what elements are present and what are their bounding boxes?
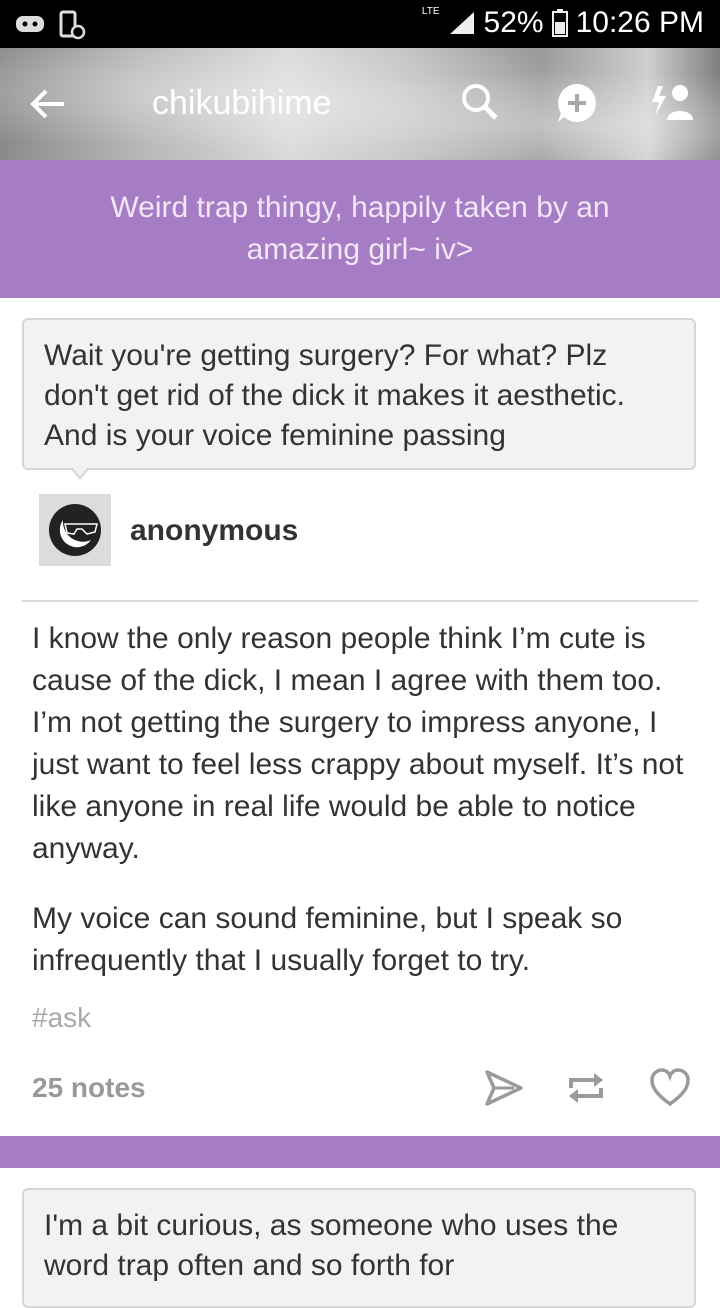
divider: [22, 600, 698, 602]
screenshot-notification-icon: [59, 10, 86, 40]
share-icon: [485, 1070, 523, 1106]
reblog-button[interactable]: [566, 1068, 606, 1113]
answer-paragraph: My voice can sound feminine, but I speak…: [32, 902, 623, 977]
blog-description-text: Weird trap thingy, happily taken by an a…: [110, 191, 610, 266]
anonymous-sunglasses-icon: [49, 504, 101, 556]
battery-percent: 52%: [483, 6, 544, 39]
discord-notification-icon: [16, 16, 44, 32]
ask-bubble-tail-inner: [72, 467, 88, 477]
next-ask-question: I'm a bit curious, as someone who uses t…: [22, 1188, 696, 1308]
follow-button[interactable]: [650, 82, 694, 127]
like-button[interactable]: [650, 1068, 690, 1113]
notes-count[interactable]: 25 notes: [32, 1072, 146, 1104]
reblog-icon: [569, 1073, 603, 1103]
post-tag[interactable]: #ask: [32, 1002, 91, 1034]
battery-icon: [551, 9, 568, 37]
blog-header: chikubihime: [0, 48, 720, 160]
blog-title: chikubihime: [152, 84, 332, 122]
answer-paragraph: I know the only reason people think I’m …: [32, 622, 684, 865]
status-bar: LTE 52% 10:26 PM: [0, 0, 720, 48]
answer-body: I know the only reason people think I’m …: [32, 618, 692, 1010]
signal-icon: [449, 12, 474, 34]
asker-name[interactable]: anonymous: [130, 514, 298, 548]
heart-icon: [650, 1068, 690, 1107]
share-button[interactable]: [484, 1068, 524, 1113]
follow-icon: [652, 85, 693, 120]
blog-description: Weird trap thingy, happily taken by an a…: [0, 160, 720, 298]
back-button[interactable]: [28, 84, 68, 129]
avatar[interactable]: [39, 494, 111, 566]
clock: 10:26 PM: [575, 6, 704, 39]
search-button[interactable]: [460, 82, 500, 127]
network-type: LTE: [421, 5, 440, 17]
back-arrow-icon: [30, 89, 64, 119]
ask-button[interactable]: [556, 82, 598, 129]
post-separator: [0, 1136, 720, 1168]
search-icon: [462, 84, 498, 120]
compose-icon: [558, 84, 596, 122]
ask-question: Wait you're getting surgery? For what? P…: [22, 318, 696, 470]
